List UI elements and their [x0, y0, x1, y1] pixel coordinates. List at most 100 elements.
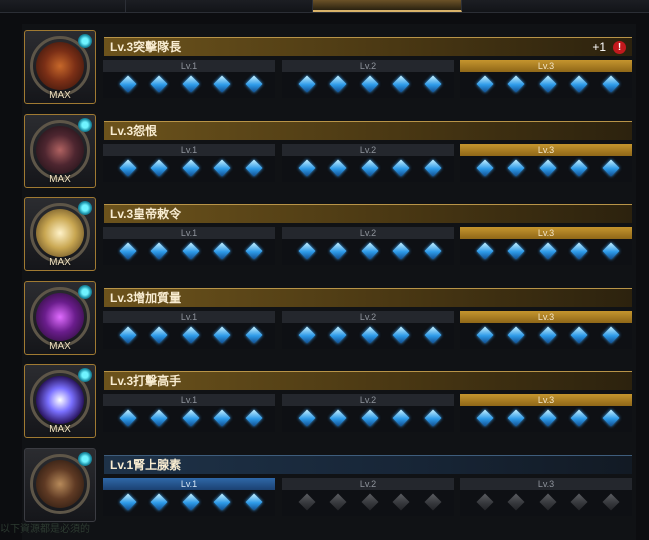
blue-gem-icon [298, 159, 316, 177]
level-label: Lv.3 [460, 60, 632, 72]
blue-gem-icon [329, 409, 347, 427]
tab-3-active[interactable] [313, 0, 462, 12]
skill-row[interactable]: MAX Lv.3怨恨 Lv.1 Lv.2 Lv.3 [24, 114, 634, 188]
blue-gem-icon [507, 75, 525, 93]
blue-gem-icon [392, 409, 410, 427]
blue-gem-icon [424, 409, 442, 427]
blue-gem-icon [570, 75, 588, 93]
skill-icon[interactable]: MAX [24, 281, 96, 355]
level-box: Lv.3 [460, 227, 632, 265]
gear-icon [78, 368, 92, 382]
level-label: Lv.1 [103, 311, 275, 323]
skill-row[interactable]: MAX Lv.3突擊隊長 +1 ! Lv.1 Lv.2 Lv.3 [24, 30, 634, 104]
blue-gem-icon [119, 409, 137, 427]
blue-gem-icon [361, 242, 379, 260]
blue-gem-icon [182, 242, 200, 260]
gear-icon [78, 285, 92, 299]
level-box: Lv.3 [460, 144, 632, 182]
max-label: MAX [49, 424, 71, 435]
skill-icon[interactable]: MAX [24, 30, 96, 104]
blue-gem-icon [245, 409, 263, 427]
empty-gem-icon [602, 493, 620, 511]
level-label: Lv.2 [282, 394, 454, 406]
skill-icon[interactable]: MAX [24, 114, 96, 188]
level-box: Lv.2 [282, 478, 454, 516]
skill-row[interactable]: MAX Lv.3皇帝敕令 Lv.1 Lv.2 Lv.3 [24, 197, 634, 271]
skill-title: Lv.3怨恨 [110, 124, 158, 138]
blue-gem-icon [119, 159, 137, 177]
skill-orb-icon [36, 376, 84, 424]
tab-1[interactable] [0, 0, 126, 12]
tab-4[interactable] [462, 0, 649, 12]
blue-gem-icon [476, 326, 494, 344]
skill-icon[interactable]: MAX [24, 197, 96, 271]
level-label: Lv.2 [282, 478, 454, 490]
blue-gem-icon [182, 409, 200, 427]
blue-gem-icon [329, 159, 347, 177]
skill-title-bar: Lv.3皇帝敕令 [104, 204, 632, 223]
blue-gem-icon [245, 326, 263, 344]
skill-icon[interactable]: MAX [24, 364, 96, 438]
blue-gem-icon [150, 326, 168, 344]
max-label: MAX [49, 257, 71, 268]
blue-gem-icon [392, 75, 410, 93]
blue-gem-icon [570, 409, 588, 427]
blue-gem-icon [424, 159, 442, 177]
blue-gem-icon [361, 75, 379, 93]
blue-gem-icon [119, 493, 137, 511]
blue-gem-icon [298, 409, 316, 427]
blue-gem-icon [476, 242, 494, 260]
max-label: MAX [49, 174, 71, 185]
alert-icon[interactable]: ! [613, 41, 626, 54]
skill-orb-icon [36, 42, 84, 90]
skill-title-bar: Lv.3突擊隊長 +1 ! [104, 37, 632, 56]
level-box: Lv.3 [460, 478, 632, 516]
blue-gem-icon [507, 326, 525, 344]
skill-row[interactable]: MAX Lv.3增加質量 Lv.1 Lv.2 Lv.3 [24, 281, 634, 355]
level-box: Lv.2 [282, 311, 454, 349]
empty-gem-icon [570, 493, 588, 511]
blue-gem-icon [539, 326, 557, 344]
empty-gem-icon [298, 493, 316, 511]
blue-gem-icon [361, 409, 379, 427]
blue-gem-icon [602, 326, 620, 344]
level-box: Lv.2 [282, 60, 454, 98]
level-label: Lv.3 [460, 227, 632, 239]
level-box: Lv.3 [460, 311, 632, 349]
tab-2[interactable] [126, 0, 313, 12]
level-box: Lv.3 [460, 394, 632, 432]
level-label: Lv.2 [282, 311, 454, 323]
level-section: Lv.1 Lv.2 Lv.3 [103, 311, 633, 349]
blue-gem-icon [392, 242, 410, 260]
blue-gem-icon [150, 242, 168, 260]
blue-gem-icon [507, 242, 525, 260]
skill-row[interactable]: Lv.1腎上腺素 Lv.1 Lv.2 Lv.3 [24, 448, 634, 522]
blue-gem-icon [539, 75, 557, 93]
blue-gem-icon [329, 75, 347, 93]
max-label: MAX [49, 90, 71, 101]
level-label: Lv.2 [282, 60, 454, 72]
gear-icon [78, 452, 92, 466]
level-label: Lv.2 [282, 144, 454, 156]
level-label: Lv.1 [103, 478, 275, 490]
skill-row[interactable]: MAX Lv.3打擊高手 Lv.1 Lv.2 Lv.3 [24, 364, 634, 438]
skill-icon[interactable] [24, 448, 96, 522]
blue-gem-icon [119, 75, 137, 93]
skill-title: Lv.3皇帝敕令 [110, 207, 182, 221]
skill-title: Lv.3增加質量 [110, 291, 182, 305]
plus-one-label: +1 [592, 40, 606, 54]
blue-gem-icon [392, 159, 410, 177]
blue-gem-icon [298, 75, 316, 93]
blue-gem-icon [150, 493, 168, 511]
skill-orb-icon [36, 293, 84, 341]
top-tab-bar [0, 0, 649, 13]
blue-gem-icon [150, 409, 168, 427]
level-section: Lv.1 Lv.2 Lv.3 [103, 394, 633, 432]
skill-orb-icon [36, 209, 84, 257]
empty-gem-icon [539, 493, 557, 511]
blue-gem-icon [245, 493, 263, 511]
footer-text: 以下資源都是必須的 [0, 524, 90, 535]
gear-icon [78, 34, 92, 48]
blue-gem-icon [424, 242, 442, 260]
level-box: Lv.1 [103, 394, 275, 432]
